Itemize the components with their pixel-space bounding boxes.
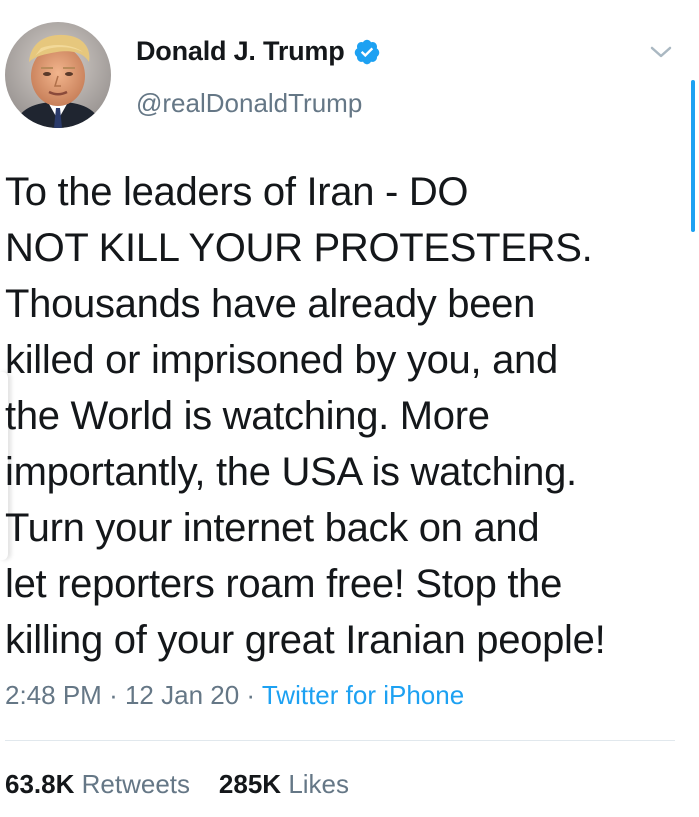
tweet-stats: 63.8K Retweets 285K Likes [5,769,349,800]
tweet-meta: 2:48 PM · 12 Jan 20 · Twitter for iPhone [5,680,464,711]
user-name-row[interactable]: Donald J. Trump [136,36,381,67]
likes-label: Likes [288,769,350,799]
tweet-text: To the leaders of Iran - DO NOT KILL YOU… [5,170,606,662]
likes-stat[interactable]: 285K Likes [219,769,349,799]
user-handle[interactable]: @realDonaldTrump [136,88,362,119]
chevron-down-icon[interactable] [648,42,674,62]
divider [5,740,675,741]
likes-count: 285K [218,769,282,799]
tweet-time: 2:48 PM [5,680,102,710]
meta-separator: · [246,680,256,710]
retweets-label: Retweets [81,769,191,799]
avatar[interactable] [5,22,111,128]
display-name[interactable]: Donald J. Trump [136,36,345,67]
profile-avatar [5,22,111,128]
tweet-date: 12 Jan 20 [124,680,240,710]
retweets-count: 63.8K [5,769,75,799]
retweets-stat[interactable]: 63.8K Retweets [5,769,197,799]
meta-separator: · [109,680,118,710]
verified-badge-icon [353,38,381,66]
tweet-source-link[interactable]: Twitter for iPhone [262,680,464,710]
